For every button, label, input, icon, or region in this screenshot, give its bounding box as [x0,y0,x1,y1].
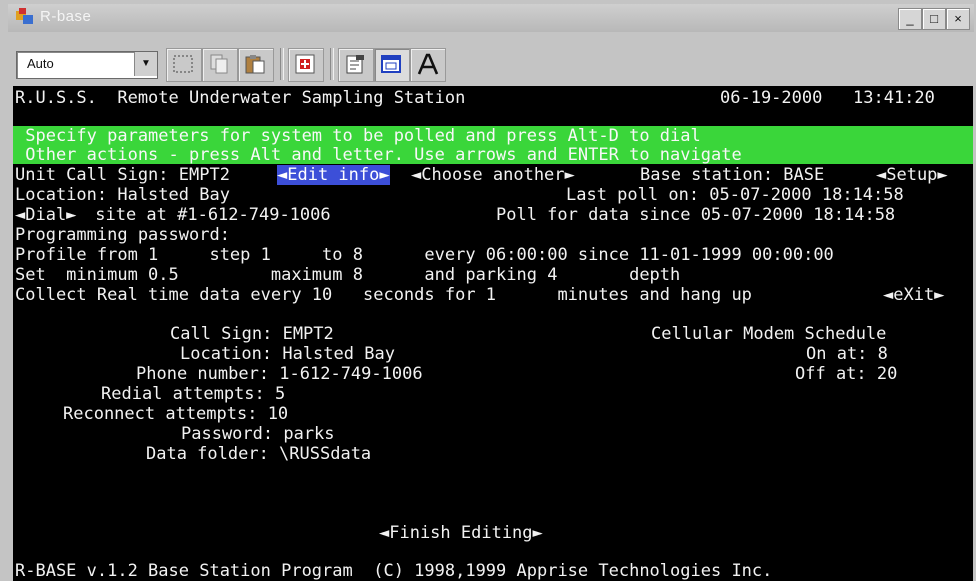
copy-button[interactable] [202,48,238,82]
copy-icon [210,54,228,74]
app-title: R.U.S.S. Remote Underwater Sampling Stat… [15,88,466,108]
finish-editing-button[interactable]: ◄Finish Editing► [379,523,543,543]
detail-password: Password: parks [181,424,335,444]
header-date: 06-19-2000 [720,88,823,108]
footer-copyright: R-BASE v.1.2 Base Station Program (C) 19… [15,561,773,581]
poll-since-label: Poll for data since 05-07-2000 18:14:58 [496,205,896,225]
rbase-window: R-base _ □ × Auto ▼ R.U.S.S. Remote Unde… [0,0,976,581]
font-size-select[interactable]: Auto ▼ [16,51,158,79]
header-time: 13:41:20 [853,88,935,108]
exit-button[interactable]: ◄eXit► [883,285,944,305]
font-size-value: Auto [27,56,54,71]
mark-button[interactable] [166,48,202,82]
schedule-off: Off at: 20 [795,364,898,384]
background-button[interactable] [374,48,410,82]
setup-button[interactable]: ◄Setup► [876,165,948,185]
window-title: R-base [40,8,92,25]
set-depth-line[interactable]: Set minimum 0.5 maximum 8 and parking 4 … [15,265,680,285]
detail-phone: Phone number: 1-612-749-1006 [136,364,423,384]
dial-button[interactable]: ◄Dial► [15,205,76,225]
profile-settings-line[interactable]: Profile from 1 step 1 to 8 every 06:00:0… [15,245,834,265]
font-icon [417,53,439,75]
banner-line-2: Other actions - press Alt and letter. Us… [15,145,742,165]
minimize-button[interactable]: _ [898,8,922,30]
detail-redial: Redial attempts: 5 [101,384,286,404]
toolbar: Auto ▼ [8,38,974,84]
collect-real-time-line[interactable]: Collect Real time data every 10 seconds … [15,285,752,305]
edit-info-button[interactable]: ◄Edit info► [277,165,390,185]
base-station-label: Base station: BASE [640,165,825,185]
detail-call-sign: Call Sign: EMPT2 [170,324,334,344]
detail-data-folder: Data folder: \RUSSdata [146,444,372,464]
background-icon [381,55,401,73]
banner-line-1: Specify parameters for system to be poll… [15,126,701,146]
schedule-title: Cellular Modem Schedule [651,324,887,344]
detail-reconnect: Reconnect attempts: 10 [63,404,289,424]
toolbar-separator [330,48,334,80]
location-label: Location: Halsted Bay [15,185,230,205]
properties-button[interactable] [338,48,374,82]
fullscreen-button[interactable] [288,48,324,82]
toolbar-separator [280,48,284,80]
maximize-button[interactable]: □ [922,8,946,30]
paste-button[interactable] [238,48,274,82]
mark-icon [173,55,193,73]
detail-location: Location: Halsted Bay [180,344,395,364]
close-button[interactable]: × [946,8,970,30]
schedule-on: On at: 8 [806,344,888,364]
choose-another-button[interactable]: ◄Choose another► [411,165,575,185]
fullscreen-icon [295,54,315,74]
programming-password-field[interactable]: Programming password: [15,225,230,245]
console-screen[interactable]: R.U.S.S. Remote Underwater Sampling Stat… [13,86,973,581]
unit-call-sign-label: Unit Call Sign: EMPT2 [15,165,241,185]
properties-icon [346,55,364,74]
dial-site-label: site at #1-612-749-1006 [85,205,331,225]
paste-icon [245,55,265,74]
font-button[interactable] [410,48,446,82]
app-icon[interactable] [14,7,36,27]
title-bar[interactable]: R-base _ □ × [8,4,974,32]
last-poll-label: Last poll on: 05-07-2000 18:14:58 [566,185,904,205]
chevron-down-icon[interactable]: ▼ [134,52,157,76]
